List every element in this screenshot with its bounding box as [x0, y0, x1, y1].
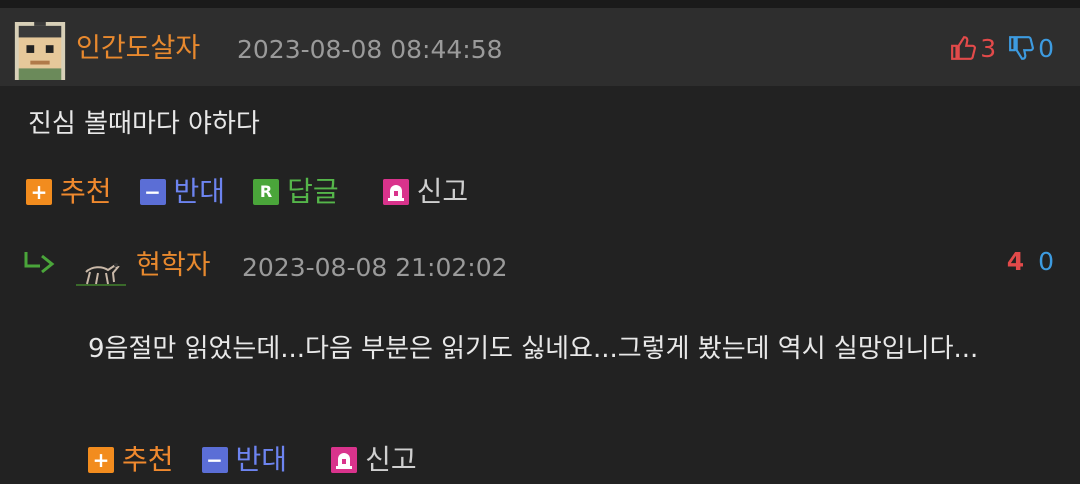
comment-actions: + 추천 − 반대 R 답글 신고	[26, 174, 496, 210]
reply-button[interactable]: R 답글	[253, 174, 339, 210]
minus-icon: −	[201, 447, 228, 473]
report-label: 신고	[365, 443, 417, 476]
report-button[interactable]: 신고	[382, 174, 469, 210]
oppose-button[interactable]: − 반대	[139, 174, 226, 210]
reply-badge-icon: R	[253, 179, 280, 205]
oppose-label: 반대	[173, 175, 226, 208]
thumbs-up-icon[interactable]	[950, 35, 977, 61]
report-label: 신고	[416, 175, 469, 208]
recommend-label: 추천	[60, 175, 112, 208]
reply-text: 9음절만 읽었는데...다음 부분은 읽기도 싫네요...그렇게 봤는데 역시 …	[88, 334, 979, 364]
reply-arrow-icon	[24, 252, 55, 274]
comment-text: 진심 볼때마다 야하다	[28, 109, 260, 139]
recommend-button[interactable]: + 추천	[26, 174, 112, 210]
top-strip	[0, 0, 1080, 8]
reply-nickname[interactable]: 현학자	[136, 249, 211, 283]
reply-dislike-count[interactable]: 0	[1038, 247, 1054, 276]
siren-icon	[331, 447, 358, 473]
plus-icon: +	[26, 179, 52, 205]
minus-icon: −	[139, 179, 166, 205]
comment-votes: 3 0	[950, 29, 1054, 67]
reply-oppose-button[interactable]: − 반대	[201, 442, 288, 478]
comment-nickname[interactable]: 인간도살자	[76, 32, 200, 66]
avatar-pixel-icon[interactable]	[14, 22, 66, 80]
reply-recommend-button[interactable]: + 추천	[88, 442, 174, 478]
oppose-label: 반대	[235, 443, 288, 476]
reply-votes: 4 0	[1007, 246, 1054, 278]
comment-like-count: 3	[980, 33, 997, 63]
recommend-label: 추천	[122, 443, 174, 476]
reply-report-button[interactable]: 신고	[331, 442, 417, 478]
reply-actions: + 추천 − 반대 신고	[88, 442, 445, 478]
comment-dislike-count: 0	[1038, 33, 1054, 63]
avatar-icon[interactable]	[76, 248, 126, 288]
siren-icon	[382, 179, 409, 205]
comment-header: 인간도살자 2023-08-08 08:44:58 3 0	[0, 8, 1080, 86]
reply-label: 답글	[287, 175, 339, 208]
comment-date: 2023-08-08 08:44:58	[237, 35, 503, 64]
plus-icon: +	[88, 447, 114, 473]
reply-like-count[interactable]: 4	[1007, 247, 1024, 276]
thumbs-down-icon[interactable]	[1008, 35, 1035, 61]
reply-date: 2023-08-08 21:02:02	[242, 253, 508, 282]
